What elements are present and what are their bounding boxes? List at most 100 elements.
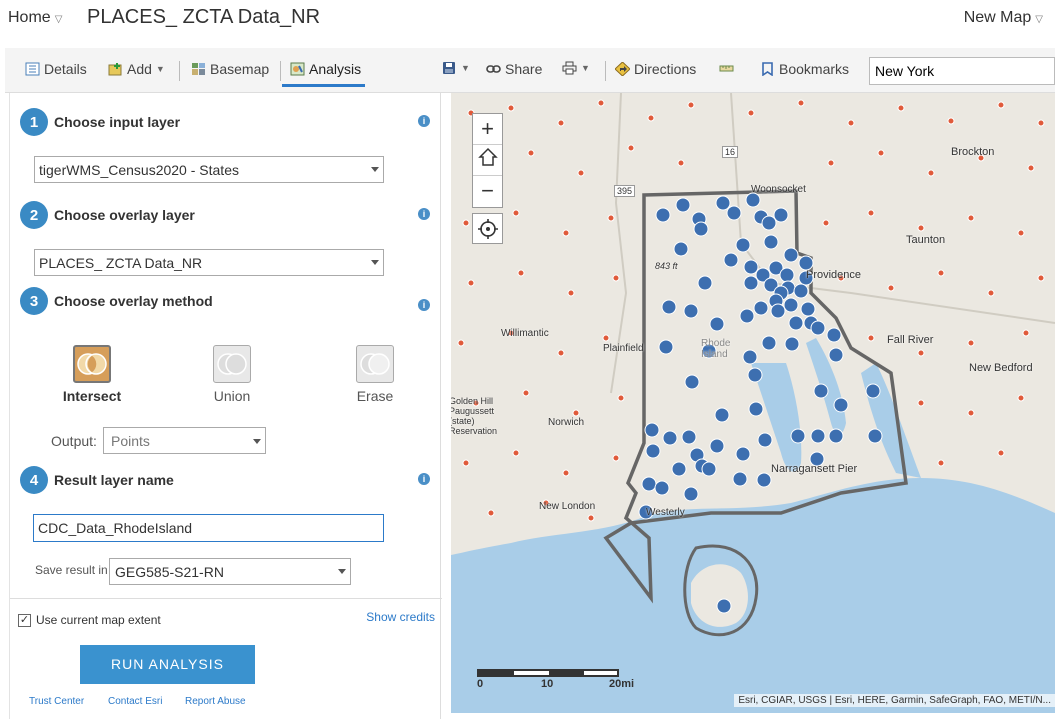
step-number: 3 (20, 287, 48, 315)
place-label: Woonsocket (751, 184, 806, 195)
chevron-down-icon (253, 439, 261, 444)
report-abuse-link[interactable]: Report Abuse (185, 696, 246, 707)
home-menu[interactable]: Home ▽ (8, 9, 62, 27)
top-bar: Home ▽ PLACES_ ZCTA Data_NR New Map ▽ (0, 0, 1055, 48)
method-label: Intersect (62, 388, 122, 404)
place-label: Plainfield (603, 343, 644, 354)
select-value: GEG585-S21-RN (115, 564, 224, 580)
save-result-label: Save result in (35, 563, 108, 577)
chevron-down-icon: ▼ (155, 64, 165, 74)
save-button[interactable]: ▼ (442, 61, 470, 75)
directions-icon (615, 62, 630, 76)
scale-label: 10 (541, 678, 554, 690)
home-extent-button[interactable] (473, 145, 502, 176)
new-map-menu[interactable]: New Map ▽ (964, 9, 1043, 27)
chevron-down-icon: ▽ (1035, 14, 1043, 25)
select-value: tigerWMS_Census2020 - States (39, 162, 239, 178)
chevron-down-icon: ▽ (54, 14, 63, 25)
zoom-controls: + − (472, 113, 503, 208)
chevron-down-icon (371, 167, 379, 172)
save-folder-select[interactable]: GEG585-S21-RN (109, 558, 351, 585)
divider (605, 61, 606, 81)
union-option[interactable]: Union (192, 345, 272, 404)
scale-label: 20mi (609, 678, 635, 690)
basemap-grid-icon (192, 63, 205, 75)
analysis-button[interactable]: Analysis (290, 61, 361, 77)
bookmarks-label: Bookmarks (779, 61, 850, 77)
intersect-option[interactable]: Intersect (52, 345, 132, 404)
run-analysis-button[interactable]: RUN ANALYSIS (80, 645, 255, 684)
place-label: New London (539, 501, 596, 512)
step-3-header: 3 Choose overlay method (20, 287, 213, 315)
map-view[interactable]: Woonsocket Brockton Taunton Providence F… (451, 93, 1055, 713)
analysis-icon (290, 62, 305, 76)
new-map-label: New Map (963, 9, 1032, 26)
step-title: Choose input layer (54, 114, 181, 130)
step-number: 1 (20, 108, 48, 136)
place-label: New Bedford (969, 362, 1033, 374)
place-label: Narragansett Pier (771, 463, 858, 475)
add-button[interactable]: Add ▼ (108, 61, 165, 77)
details-icon (25, 62, 40, 76)
link-icon (486, 65, 501, 73)
basemap-button[interactable]: Basemap (191, 61, 269, 77)
step-title: Result layer name (54, 472, 174, 488)
active-tab-indicator (282, 84, 365, 87)
step-title: Choose overlay layer (54, 207, 195, 223)
search-input[interactable] (869, 57, 1055, 85)
locate-button[interactable] (472, 213, 503, 244)
chevron-down-icon: ▼ (581, 63, 590, 73)
details-button[interactable]: Details (25, 61, 87, 77)
show-credits-link[interactable]: Show credits (366, 610, 435, 624)
place-label: Providence (806, 269, 862, 281)
share-button[interactable]: Share (486, 61, 542, 77)
scale-label: 0 (477, 678, 484, 690)
route-shield: 16 (722, 146, 739, 158)
union-icon (213, 345, 251, 383)
erase-icon (356, 345, 394, 383)
route-shield: 395 (614, 185, 636, 197)
output-type-select[interactable]: Points (103, 427, 266, 454)
use-extent-checkbox[interactable]: ✓ (18, 614, 31, 627)
print-icon (562, 61, 577, 75)
share-label: Share (505, 61, 543, 77)
step-title: Choose overlay method (54, 293, 213, 309)
directions-button[interactable]: Directions (615, 61, 696, 77)
measure-button[interactable] (719, 61, 734, 75)
analysis-panel: 1 Choose input layer i tigerWMS_Census20… (9, 93, 442, 719)
place-label: Golden Hill Paugussett (state) Reservati… (451, 396, 498, 436)
add-label: Add (127, 61, 152, 77)
info-icon[interactable]: i (418, 473, 430, 485)
input-layer-select[interactable]: tigerWMS_Census2020 - States (34, 156, 384, 183)
place-label: Fall River (887, 334, 934, 346)
directions-label: Directions (634, 61, 697, 77)
contact-esri-link[interactable]: Contact Esri (108, 696, 162, 707)
info-icon[interactable]: i (418, 299, 430, 311)
add-layer-icon (108, 63, 122, 76)
result-layer-name-input[interactable] (33, 514, 384, 542)
info-icon[interactable]: i (418, 208, 430, 220)
print-button[interactable]: ▼ (562, 61, 590, 75)
place-label: Norwich (548, 417, 585, 428)
divider (179, 61, 180, 81)
place-label: 843 ft (655, 261, 678, 271)
home-label: Home (8, 9, 51, 26)
basemap-label: Basemap (210, 61, 270, 77)
bookmarks-button[interactable]: Bookmarks (760, 61, 849, 77)
map-attribution[interactable]: Esri, CGIAR, USGS | Esri, HERE, Garmin, … (734, 694, 1055, 707)
zoom-in-button[interactable]: + (473, 114, 502, 145)
method-label: Erase (356, 388, 394, 404)
step-number: 2 (20, 201, 48, 229)
info-icon[interactable]: i (418, 115, 430, 127)
chevron-down-icon: ▼ (461, 63, 470, 73)
locate-icon (477, 219, 498, 239)
step-number: 4 (20, 466, 48, 494)
home-icon (477, 147, 498, 166)
place-label: Willimantic (501, 328, 549, 339)
trust-center-link[interactable]: Trust Center (29, 696, 84, 707)
save-icon (443, 62, 455, 74)
zoom-out-button[interactable]: − (473, 176, 502, 207)
erase-option[interactable]: Erase (335, 345, 415, 404)
overlay-layer-select[interactable]: PLACES_ ZCTA Data_NR (34, 249, 384, 276)
analysis-label: Analysis (309, 61, 362, 77)
